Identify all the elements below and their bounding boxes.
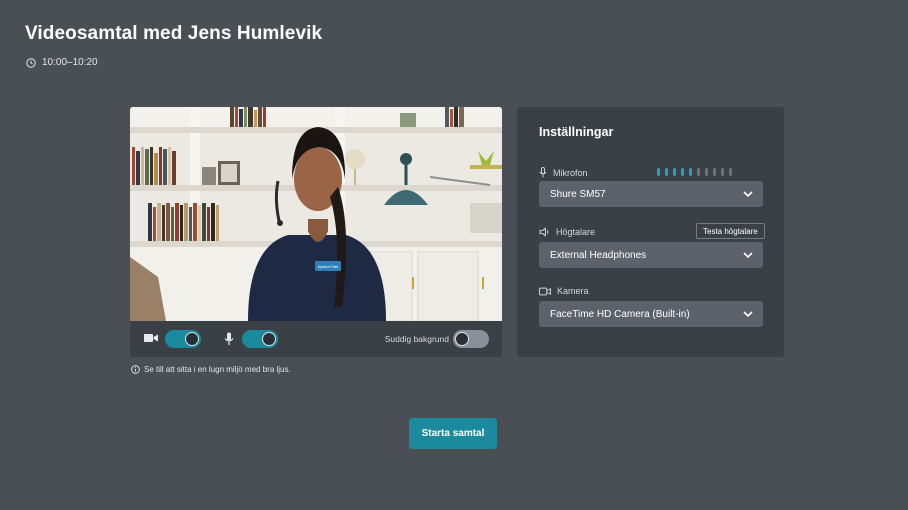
camera-label-text: Kamera: [557, 286, 589, 296]
blur-background-toggle[interactable]: [453, 330, 489, 348]
camera-preview-image: Ayesha Patel: [130, 107, 502, 321]
speaker-icon: [539, 227, 549, 237]
microphone-select[interactable]: Shure SM57: [539, 181, 763, 207]
blur-background-label: Suddig bakgrund: [384, 334, 449, 344]
speaker-label: Högtalare: [539, 227, 595, 237]
chevron-down-icon: [743, 311, 753, 317]
video-camera-icon: [144, 334, 158, 342]
hint-text: Se till att sitta i en lugn miljö med br…: [144, 365, 291, 374]
meeting-time: 10:00–10:20: [26, 57, 98, 68]
microphone-toggle[interactable]: [242, 330, 278, 348]
video-camera-icon: [539, 287, 551, 295]
time-range: 10:00–10:20: [42, 57, 98, 68]
camera-select-value: FaceTime HD Camera (Built-in): [550, 308, 690, 320]
microphone-label-text: Mikrofon: [553, 167, 588, 178]
chevron-down-icon: [743, 191, 753, 197]
environment-hint: Se till att sitta i en lugn miljö med br…: [131, 365, 291, 374]
chevron-down-icon: [743, 252, 753, 258]
clock-icon: [26, 57, 36, 68]
camera-toggle[interactable]: [165, 330, 201, 348]
info-icon: [131, 365, 140, 374]
video-preview-card: Ayesha Patel Suddig bakgrund: [130, 107, 502, 357]
camera-select[interactable]: FaceTime HD Camera (Built-in): [539, 301, 763, 327]
microphone-label: Mikrofon: [539, 167, 588, 178]
microphone-icon: [539, 167, 547, 178]
camera-preview: Ayesha Patel: [130, 107, 502, 321]
start-call-button[interactable]: Starta samtal: [409, 418, 497, 449]
speaker-select[interactable]: External Headphones: [539, 242, 763, 268]
speaker-label-text: Högtalare: [556, 227, 596, 237]
speaker-select-value: External Headphones: [550, 249, 647, 261]
page-title: Videosamtal med Jens Humlevik: [25, 23, 323, 44]
microphone-level-meter: [657, 168, 732, 176]
video-controls: Suddig bakgrund: [130, 321, 502, 357]
test-speaker-button[interactable]: Testa högtalare: [696, 223, 765, 239]
microphone-icon: [224, 332, 234, 345]
microphone-select-value: Shure SM57: [550, 188, 606, 200]
settings-panel: Inställningar Mikrofon Shure SM57 Högtal…: [517, 107, 784, 357]
name-badge: Ayesha Patel: [318, 265, 339, 269]
settings-title: Inställningar: [539, 125, 614, 139]
camera-label: Kamera: [539, 286, 589, 296]
